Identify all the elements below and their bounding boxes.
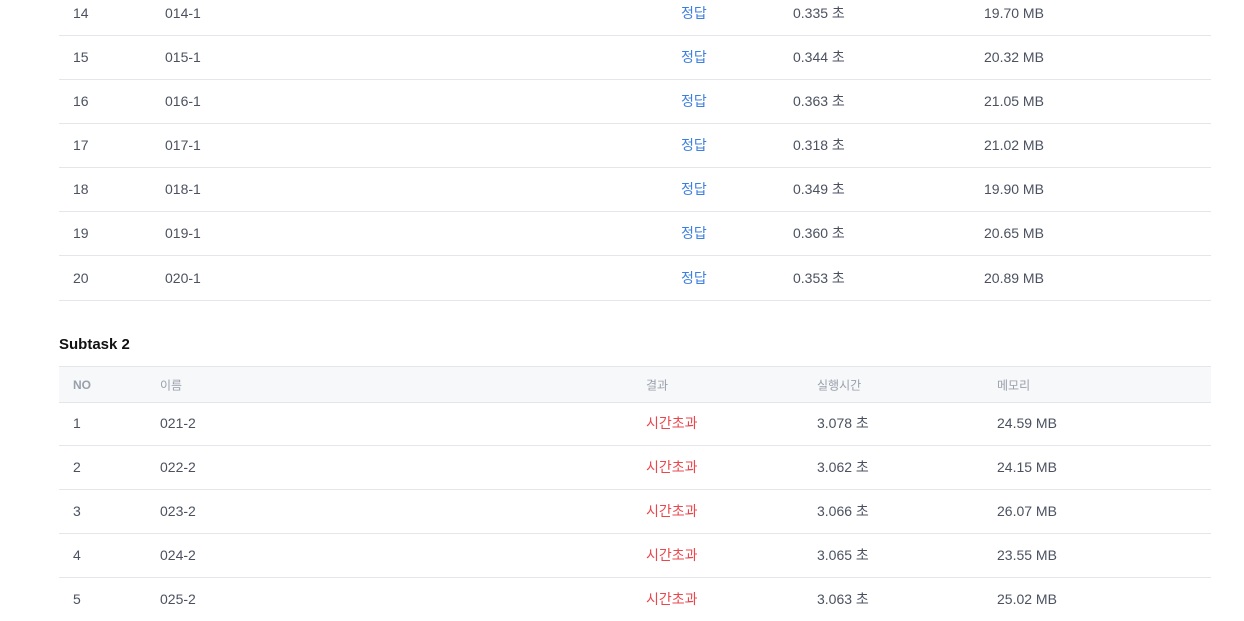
table-row: 5 025-2 시간초과 3.063 초 25.02 MB: [59, 577, 1211, 621]
table-row: 19 019-1 정답 0.360 초 20.65 MB: [59, 211, 1211, 256]
test-no: 20: [73, 270, 89, 286]
table-row: 2 022-2 시간초과 3.062 초 24.15 MB: [59, 445, 1211, 490]
test-memory: 23.55 MB: [997, 547, 1057, 563]
test-name: 015-1: [165, 49, 201, 65]
test-result: 정답: [681, 49, 707, 65]
table-row: 4 024-2 시간초과 3.065 초 23.55 MB: [59, 533, 1211, 578]
test-no: 2: [73, 459, 81, 475]
header-no: NO: [73, 377, 91, 392]
test-no: 17: [73, 137, 89, 153]
table-row: 15 015-1 정답 0.344 초 20.32 MB: [59, 35, 1211, 80]
test-memory: 19.90 MB: [984, 181, 1044, 197]
test-result: 정답: [681, 181, 707, 197]
test-memory: 25.02 MB: [997, 591, 1057, 607]
test-time: 3.078 초: [817, 415, 869, 431]
test-time: 0.344 초: [793, 49, 845, 65]
test-name: 021-2: [160, 415, 196, 431]
test-result: 시간초과: [646, 459, 698, 475]
test-no: 4: [73, 547, 81, 563]
test-time: 0.349 초: [793, 181, 845, 197]
table-row: 3 023-2 시간초과 3.066 초 26.07 MB: [59, 489, 1211, 534]
test-result: 시간초과: [646, 547, 698, 563]
test-name: 016-1: [165, 93, 201, 109]
table-row: 16 016-1 정답 0.363 초 21.05 MB: [59, 79, 1211, 124]
header-name: 이름: [160, 378, 183, 392]
test-result: 시간초과: [646, 415, 698, 431]
test-result: 정답: [681, 225, 707, 241]
table-row: 1 021-2 시간초과 3.078 초 24.59 MB: [59, 401, 1211, 446]
test-memory: 20.32 MB: [984, 49, 1044, 65]
test-time: 3.063 초: [817, 591, 869, 607]
table-row: 14 014-1 정답 0.335 초 19.70 MB: [59, 0, 1211, 36]
test-memory: 20.65 MB: [984, 225, 1044, 241]
test-name: 020-1: [165, 270, 201, 286]
test-time: 0.360 초: [793, 225, 845, 241]
test-name: 025-2: [160, 591, 196, 607]
test-memory: 24.59 MB: [997, 415, 1057, 431]
test-name: 024-2: [160, 547, 196, 563]
test-memory: 26.07 MB: [997, 503, 1057, 519]
subtask-title: Subtask 2: [59, 336, 130, 353]
test-memory: 21.05 MB: [984, 93, 1044, 109]
test-time: 3.066 초: [817, 503, 869, 519]
test-name: 014-1: [165, 5, 201, 21]
test-time: 3.065 초: [817, 547, 869, 563]
header-result: 결과: [646, 378, 669, 392]
test-name: 023-2: [160, 503, 196, 519]
header-memory: 메모리: [997, 378, 1031, 392]
test-no: 16: [73, 93, 89, 109]
test-no: 15: [73, 49, 89, 65]
test-result: 시간초과: [646, 591, 698, 607]
test-memory: 21.02 MB: [984, 137, 1044, 153]
test-name: 019-1: [165, 225, 201, 241]
table-row: 20 020-1 정답 0.353 초 20.89 MB: [59, 256, 1211, 301]
test-no: 19: [73, 225, 89, 241]
test-no: 3: [73, 503, 81, 519]
test-memory: 19.70 MB: [984, 5, 1044, 21]
table-header: NO 이름 결과 실행시간 메모리: [59, 366, 1211, 403]
test-memory: 24.15 MB: [997, 459, 1057, 475]
test-result: 정답: [681, 270, 707, 286]
test-name: 018-1: [165, 181, 201, 197]
test-result: 시간초과: [646, 503, 698, 519]
test-no: 1: [73, 415, 81, 431]
test-no: 18: [73, 181, 89, 197]
test-time: 3.062 초: [817, 459, 869, 475]
test-name: 017-1: [165, 137, 201, 153]
table-row: 17 017-1 정답 0.318 초 21.02 MB: [59, 123, 1211, 168]
test-memory: 20.89 MB: [984, 270, 1044, 286]
test-time: 0.335 초: [793, 5, 845, 21]
test-time: 0.363 초: [793, 93, 845, 109]
test-name: 022-2: [160, 459, 196, 475]
test-result: 정답: [681, 5, 707, 21]
test-result: 정답: [681, 137, 707, 153]
table-row: 18 018-1 정답 0.349 초 19.90 MB: [59, 167, 1211, 212]
test-result: 정답: [681, 93, 707, 109]
test-no: 14: [73, 5, 89, 21]
test-time: 0.318 초: [793, 137, 845, 153]
test-no: 5: [73, 591, 81, 607]
header-time: 실행시간: [817, 378, 862, 392]
test-time: 0.353 초: [793, 270, 845, 286]
